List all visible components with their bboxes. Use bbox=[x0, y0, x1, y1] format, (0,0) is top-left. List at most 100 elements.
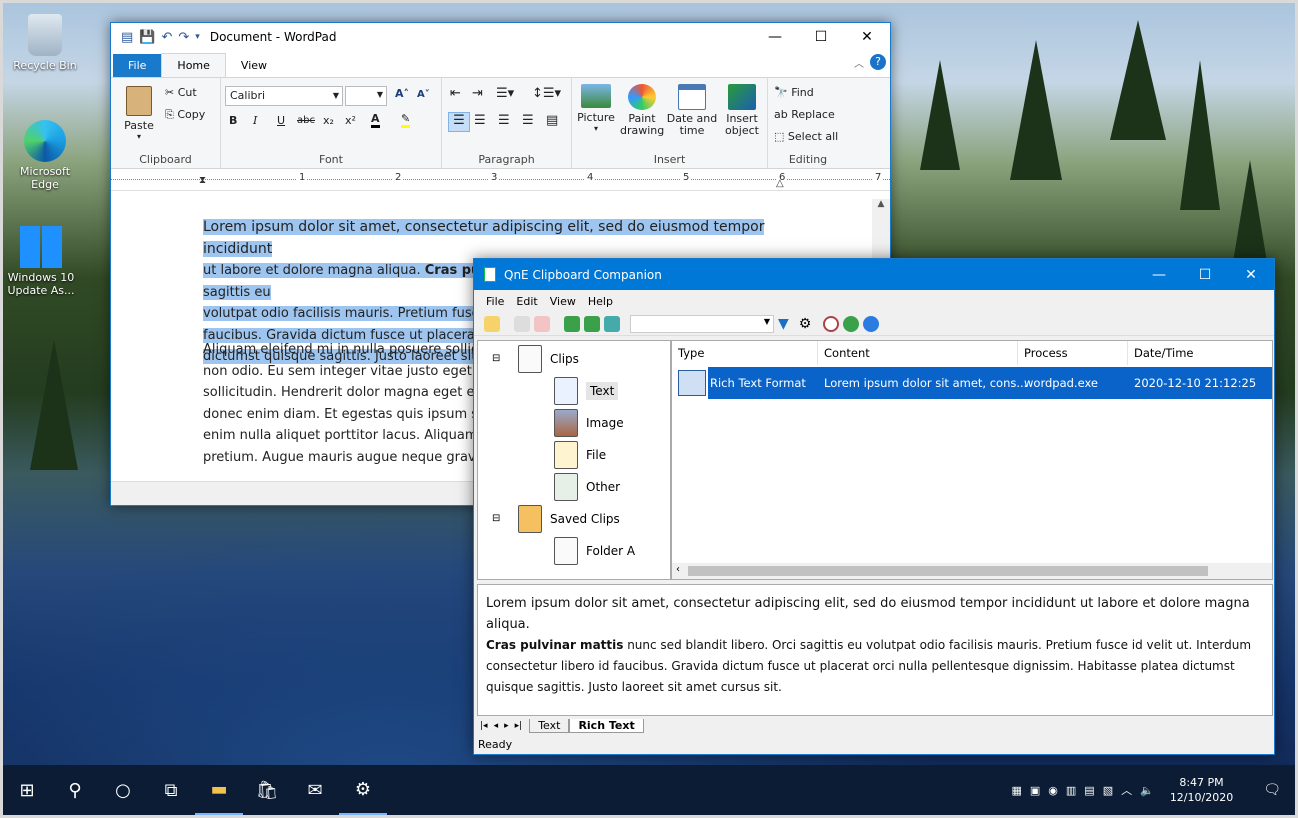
right-indent-marker-icon[interactable]: △ bbox=[776, 178, 784, 189]
copy-clip-icon[interactable] bbox=[514, 315, 530, 332]
tray-app-icon[interactable]: ▦ bbox=[1011, 784, 1021, 797]
volume-icon[interactable]: 🔈 bbox=[1140, 784, 1154, 797]
tree-other[interactable]: Other bbox=[554, 473, 620, 501]
bold-button[interactable]: B bbox=[229, 114, 237, 127]
strikethrough-button[interactable]: abc bbox=[297, 115, 315, 126]
save-icon[interactable]: 💾 bbox=[139, 30, 155, 45]
qne-maximize-button[interactable]: ☐ bbox=[1182, 259, 1228, 290]
tab-view[interactable]: View bbox=[226, 54, 282, 77]
collapse-saved-icon[interactable]: ⊟ bbox=[492, 513, 500, 524]
tree-saved-clips[interactable]: Saved Clips bbox=[518, 505, 620, 533]
tray-app-icon[interactable]: ▤ bbox=[1084, 784, 1094, 797]
settings-icon[interactable]: ⚙ bbox=[799, 316, 812, 332]
task-view-button[interactable]: ⧉ bbox=[147, 765, 195, 815]
replace-button[interactable]: ab Replace bbox=[774, 108, 835, 121]
menu-file[interactable]: File bbox=[480, 293, 510, 310]
file-explorer-button[interactable]: ▬ bbox=[195, 765, 243, 815]
mail-button[interactable]: ✉ bbox=[291, 765, 339, 815]
picture-button[interactable]: Picture ▾ bbox=[576, 84, 616, 133]
list-horizontal-scrollbar[interactable]: ‹ bbox=[672, 563, 1272, 579]
collapse-clips-icon[interactable]: ⊟ bbox=[492, 353, 500, 364]
column-process[interactable]: Process bbox=[1018, 341, 1128, 365]
table-row[interactable]: Rich Text Format Lorem ipsum dolor sit a… bbox=[672, 367, 1272, 399]
filter-icon[interactable]: ▼ bbox=[778, 316, 789, 332]
tab-rich-text[interactable]: Rich Text bbox=[569, 719, 644, 733]
prev-tab-icon[interactable]: ◂ bbox=[491, 721, 502, 731]
align-left-button[interactable]: ☰ bbox=[448, 112, 470, 132]
qne-close-button[interactable]: ✕ bbox=[1228, 259, 1274, 290]
tray-app-icon[interactable]: ▧ bbox=[1103, 784, 1113, 797]
settings-button[interactable]: ⚙ bbox=[339, 765, 387, 815]
date-time-button[interactable]: Date and time bbox=[666, 84, 718, 137]
cut-button[interactable]: ✂ Cut bbox=[165, 86, 197, 99]
qne-minimize-button[interactable]: — bbox=[1136, 259, 1182, 290]
justify-button[interactable]: ☰ bbox=[522, 113, 534, 128]
help-icon[interactable]: ? bbox=[870, 54, 886, 70]
tree-folder-a[interactable]: Folder A bbox=[554, 537, 635, 565]
tree-text[interactable]: Text bbox=[554, 377, 619, 405]
close-button[interactable]: ✕ bbox=[844, 23, 890, 51]
tab-file[interactable]: File bbox=[113, 54, 162, 77]
update-icon[interactable] bbox=[843, 315, 860, 332]
notification-icon[interactable]: 🗨 bbox=[1249, 782, 1295, 798]
increase-indent-icon[interactable]: ⇥ bbox=[472, 86, 483, 101]
find-button[interactable]: 🔭 Find bbox=[774, 86, 814, 99]
show-hidden-icon[interactable]: ︿ bbox=[1121, 782, 1132, 798]
ruler[interactable]: 1 2 3 4 5 6 7 ⧗ △ bbox=[111, 169, 890, 191]
align-right-button[interactable]: ☰ bbox=[498, 113, 510, 128]
next-tab-icon[interactable]: ▸ bbox=[501, 721, 512, 731]
store-button[interactable]: 🛍 bbox=[243, 765, 291, 815]
sync-icon[interactable] bbox=[584, 315, 600, 332]
delete-clip-icon[interactable] bbox=[534, 315, 550, 332]
align-center-button[interactable]: ☰ bbox=[474, 113, 486, 128]
font-size-select[interactable]: ▼ bbox=[345, 86, 387, 106]
paint-drawing-button[interactable]: Paint drawing bbox=[620, 84, 664, 137]
minimize-button[interactable]: — bbox=[752, 23, 798, 51]
scroll-thumb[interactable] bbox=[688, 566, 1208, 576]
clock[interactable]: 8:47 PM 12/10/2020 bbox=[1162, 775, 1241, 805]
clip-preview[interactable]: Lorem ipsum dolor sit amet, consectetur … bbox=[477, 584, 1273, 716]
print-icon[interactable] bbox=[604, 315, 620, 332]
grow-font-icon[interactable]: A˄ bbox=[395, 87, 409, 100]
clip-tree[interactable]: ⊟ Clips Text Image File Other ⊟ Saved Cl… bbox=[477, 340, 671, 580]
highlight-button[interactable]: ✎ bbox=[401, 112, 411, 128]
tree-image[interactable]: Image bbox=[554, 409, 624, 437]
maximize-button[interactable]: ☐ bbox=[798, 23, 844, 51]
paragraph-settings-icon[interactable]: ▤ bbox=[546, 113, 558, 128]
collapse-ribbon-icon[interactable]: ︿ bbox=[854, 55, 864, 70]
cortana-button[interactable]: ○ bbox=[99, 765, 147, 815]
insert-object-button[interactable]: Insert object bbox=[720, 84, 764, 137]
column-type[interactable]: Type bbox=[672, 341, 818, 365]
new-clip-icon[interactable] bbox=[484, 315, 500, 332]
column-content[interactable]: Content bbox=[818, 341, 1018, 365]
superscript-button[interactable]: x² bbox=[345, 114, 356, 127]
tab-text[interactable]: Text bbox=[529, 719, 570, 733]
redo-icon[interactable]: ↷ bbox=[178, 30, 189, 45]
font-family-select[interactable]: Calibri ▼ bbox=[225, 86, 343, 106]
tree-file[interactable]: File bbox=[554, 441, 606, 469]
undo-icon[interactable]: ↶ bbox=[161, 30, 172, 45]
paste-button[interactable]: Paste ▾ bbox=[119, 86, 159, 141]
windows-update-shortcut[interactable]: Windows 10 Update As... bbox=[4, 226, 78, 297]
line-spacing-icon[interactable]: ↕☰▾ bbox=[532, 86, 561, 101]
recycle-bin-shortcut[interactable]: Recycle Bin bbox=[8, 14, 82, 72]
italic-button[interactable]: I bbox=[253, 114, 257, 127]
tab-home[interactable]: Home bbox=[161, 53, 226, 77]
copy-button[interactable]: ⎘ Copy bbox=[165, 108, 205, 122]
refresh-icon[interactable] bbox=[564, 315, 580, 332]
menu-edit[interactable]: Edit bbox=[510, 293, 543, 310]
indent-marker-icon[interactable]: ⧗ bbox=[199, 175, 206, 186]
quick-access-chevron-icon[interactable]: ▾ bbox=[195, 32, 200, 42]
font-color-button[interactable]: A bbox=[371, 112, 380, 128]
column-datetime[interactable]: Date/Time bbox=[1128, 341, 1274, 365]
filter-combo[interactable]: ▼ bbox=[630, 314, 774, 333]
tree-clips[interactable]: Clips bbox=[518, 345, 579, 373]
underline-button[interactable]: U bbox=[277, 114, 285, 127]
info-icon[interactable] bbox=[863, 315, 880, 332]
select-all-button[interactable]: ⬚ Select all bbox=[774, 130, 838, 143]
scroll-up-icon[interactable]: ▲ bbox=[872, 199, 890, 209]
clip-list[interactable]: Type Content Process Date/Time Rich Text… bbox=[671, 340, 1273, 580]
menu-view[interactable]: View bbox=[544, 293, 582, 310]
shrink-font-icon[interactable]: A˅ bbox=[417, 89, 430, 100]
tray-app-icon[interactable]: ▣ bbox=[1030, 784, 1040, 797]
